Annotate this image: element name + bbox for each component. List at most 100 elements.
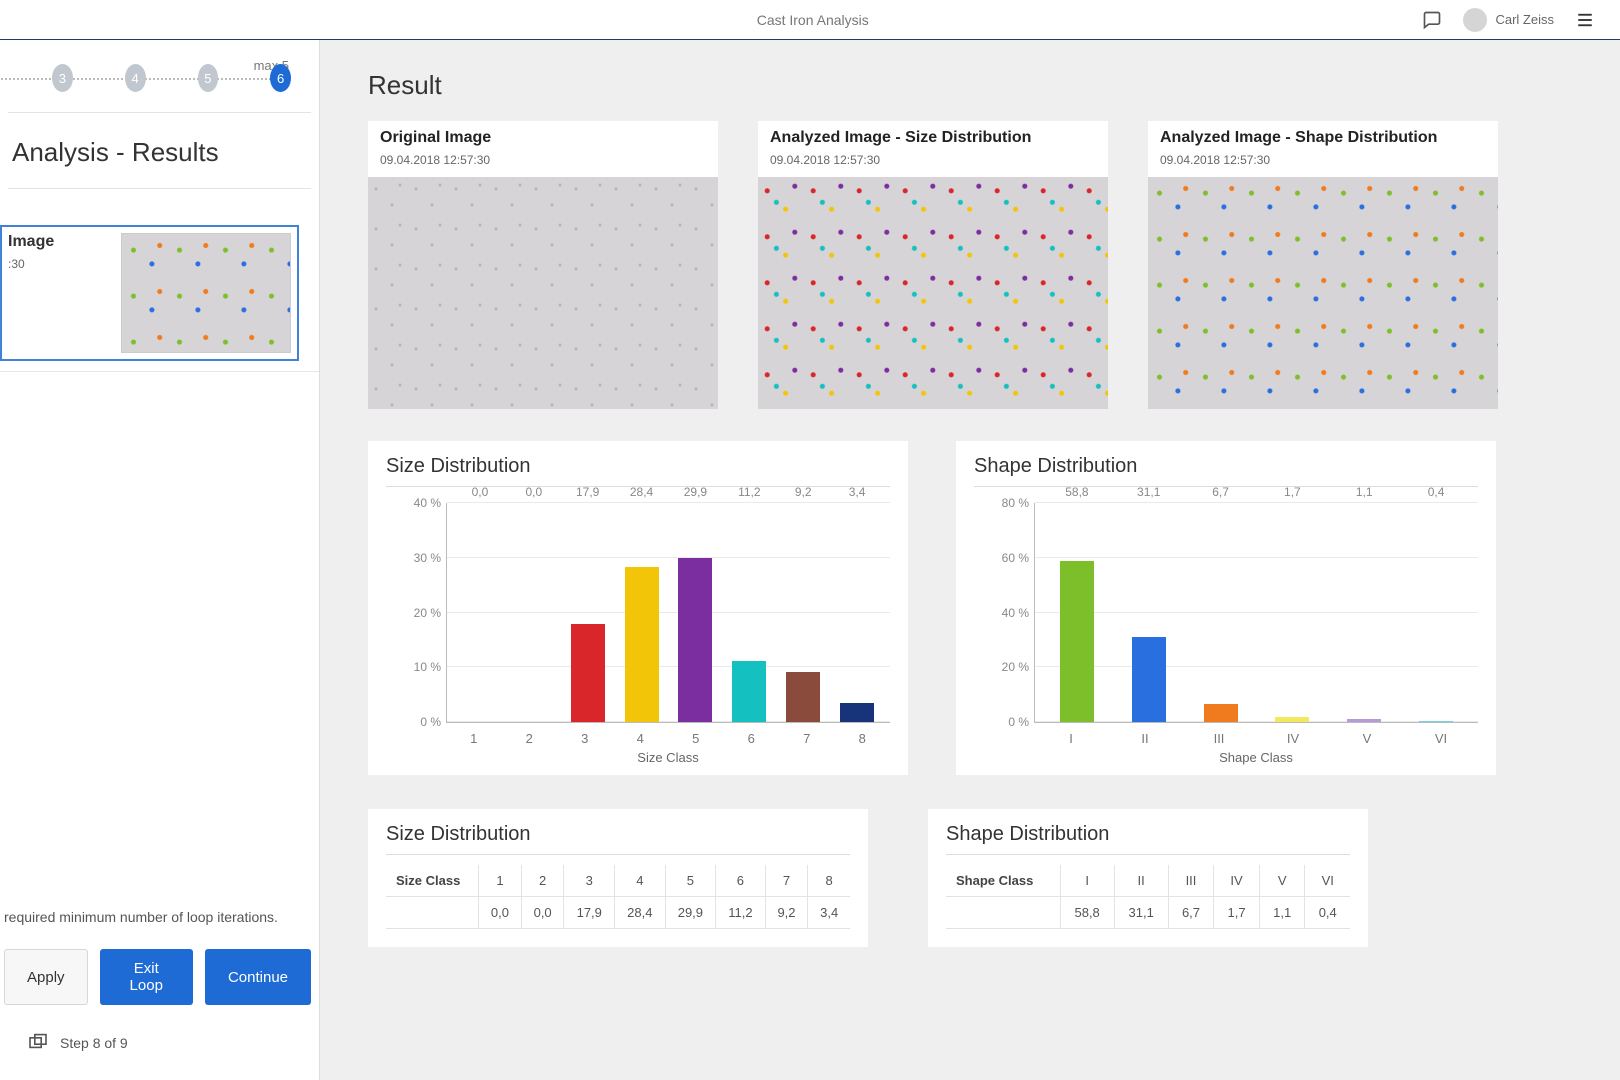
bar-value-label: 6,7 [1212, 485, 1229, 499]
table-cell: 0,0 [479, 897, 522, 929]
table-cell: 0,0 [521, 897, 564, 929]
xtick: IV [1256, 731, 1330, 746]
image-card: Analyzed Image - Shape Distribution09.04… [1148, 121, 1498, 409]
step-footer: Step 8 of 9 [4, 1033, 311, 1052]
step-dot-3[interactable]: 3 [52, 64, 73, 92]
image-card-body[interactable] [758, 177, 1108, 409]
user-name: Carl Zeiss [1495, 12, 1554, 27]
xtick: 1 [446, 731, 502, 746]
step-footer-label: Step 8 of 9 [60, 1035, 128, 1051]
table-col: 5 [665, 865, 716, 897]
xtick: 5 [668, 731, 724, 746]
table-col: IV [1214, 865, 1260, 897]
app-title: Cast Iron Analysis [204, 12, 1421, 28]
table-cell: 0,4 [1305, 897, 1350, 929]
chart-title: Size Distribution [386, 455, 890, 487]
bar: 1,7 [1260, 503, 1324, 722]
table-cell: 1,7 [1214, 897, 1260, 929]
bar-value-label: 17,9 [576, 485, 599, 499]
bar: 9,2 [780, 503, 826, 722]
chart-title: Shape Distribution [974, 455, 1478, 487]
chart-size: Size Distribution 0 %10 %20 %30 %40 %0,00… [368, 441, 908, 775]
table-cell: 1,1 [1259, 897, 1305, 929]
bar-value-label: 0,0 [472, 485, 489, 499]
table-col: 8 [808, 865, 850, 897]
table-header-label: Shape Class [946, 865, 1060, 897]
comment-icon[interactable] [1421, 9, 1443, 31]
table-col: 6 [716, 865, 766, 897]
apply-button[interactable]: Apply [4, 949, 88, 1005]
bar-value-label: 29,9 [684, 485, 707, 499]
bar-value-label: 1,1 [1356, 485, 1373, 499]
bar: 31,1 [1117, 503, 1181, 722]
table-col: III [1168, 865, 1214, 897]
table-col: II [1114, 865, 1168, 897]
page-title: Result [368, 70, 1580, 101]
loop-hint: required minimum number of loop iteratio… [4, 909, 311, 925]
table-col: VI [1305, 865, 1350, 897]
table-size: Size DistributionSize Class123456780,00,… [368, 809, 868, 947]
image-card: Original Image09.04.2018 12:57:30 [368, 121, 718, 409]
table-col: 7 [765, 865, 808, 897]
image-card-time: 09.04.2018 12:57:30 [1160, 153, 1486, 167]
table-cell: 17,9 [564, 897, 615, 929]
xlabel: Shape Class [1034, 750, 1478, 765]
table-cell: 6,7 [1168, 897, 1214, 929]
xtick: II [1108, 731, 1182, 746]
continue-button[interactable]: Continue [205, 949, 311, 1005]
image-card-body[interactable] [368, 177, 718, 409]
step-dot-5[interactable]: 5 [198, 64, 219, 92]
image-card: Analyzed Image - Size Distribution09.04.… [758, 121, 1108, 409]
table-col: 3 [564, 865, 615, 897]
xtick: I [1034, 731, 1108, 746]
data-table: Size Class123456780,00,017,928,429,911,2… [386, 865, 850, 929]
table-cell: 31,1 [1114, 897, 1168, 929]
table-cell: 11,2 [716, 897, 766, 929]
table-cell: 28,4 [615, 897, 666, 929]
plot-area: 0 %20 %40 %60 %80 %58,831,16,71,71,10,4 [1034, 503, 1478, 723]
bar: 0,4 [1404, 503, 1468, 722]
xtick: 4 [613, 731, 669, 746]
image-card-time: 09.04.2018 12:57:30 [770, 153, 1096, 167]
xtick: 6 [724, 731, 780, 746]
table-shape: Shape DistributionShape ClassIIIIIIIVVVI… [928, 809, 1368, 947]
data-table: Shape ClassIIIIIIIVVVI58,831,16,71,71,10… [946, 865, 1350, 929]
table-cell: 9,2 [765, 897, 808, 929]
bar-value-label: 0,4 [1428, 485, 1445, 499]
plot-area: 0 %10 %20 %30 %40 %0,00,017,928,429,911,… [446, 503, 890, 723]
step-dot-6[interactable]: 6 [270, 64, 291, 92]
bar-value-label: 31,1 [1137, 485, 1160, 499]
bar-value-label: 9,2 [795, 485, 812, 499]
bar: 0,0 [511, 503, 557, 722]
xtick: III [1182, 731, 1256, 746]
exit-loop-button[interactable]: Exit Loop [100, 949, 193, 1005]
xtick: 7 [779, 731, 835, 746]
sidebar-section-title: Analysis - Results [8, 112, 311, 189]
table-col: 4 [615, 865, 666, 897]
table-cell: 29,9 [665, 897, 716, 929]
content: Result Original Image09.04.2018 12:57:30… [320, 40, 1620, 1080]
bar: 1,1 [1332, 503, 1396, 722]
bar: 11,2 [726, 503, 772, 722]
image-card-body[interactable] [1148, 177, 1498, 409]
bar: 0,0 [457, 503, 503, 722]
table-col: V [1259, 865, 1305, 897]
stepper: 3 4 5 6 [0, 64, 319, 92]
thumbnail-title: Image [8, 233, 113, 251]
bar-value-label: 28,4 [630, 485, 653, 499]
bar: 3,4 [834, 503, 880, 722]
bar: 58,8 [1045, 503, 1109, 722]
table-cell: 58,8 [1060, 897, 1114, 929]
xtick: VI [1404, 731, 1478, 746]
xtick: 2 [502, 731, 558, 746]
step-dot-4[interactable]: 4 [125, 64, 146, 92]
chart-shape: Shape Distribution 0 %20 %40 %60 %80 %58,… [956, 441, 1496, 775]
menu-icon[interactable] [1574, 9, 1596, 31]
table-cell: 3,4 [808, 897, 850, 929]
bar-value-label: 0,0 [525, 485, 542, 499]
thumbnail-card[interactable]: Image :30 [0, 225, 299, 361]
bar-value-label: 1,7 [1284, 485, 1301, 499]
avatar[interactable] [1463, 8, 1487, 32]
bar-value-label: 3,4 [849, 485, 866, 499]
bar: 29,9 [673, 503, 719, 722]
